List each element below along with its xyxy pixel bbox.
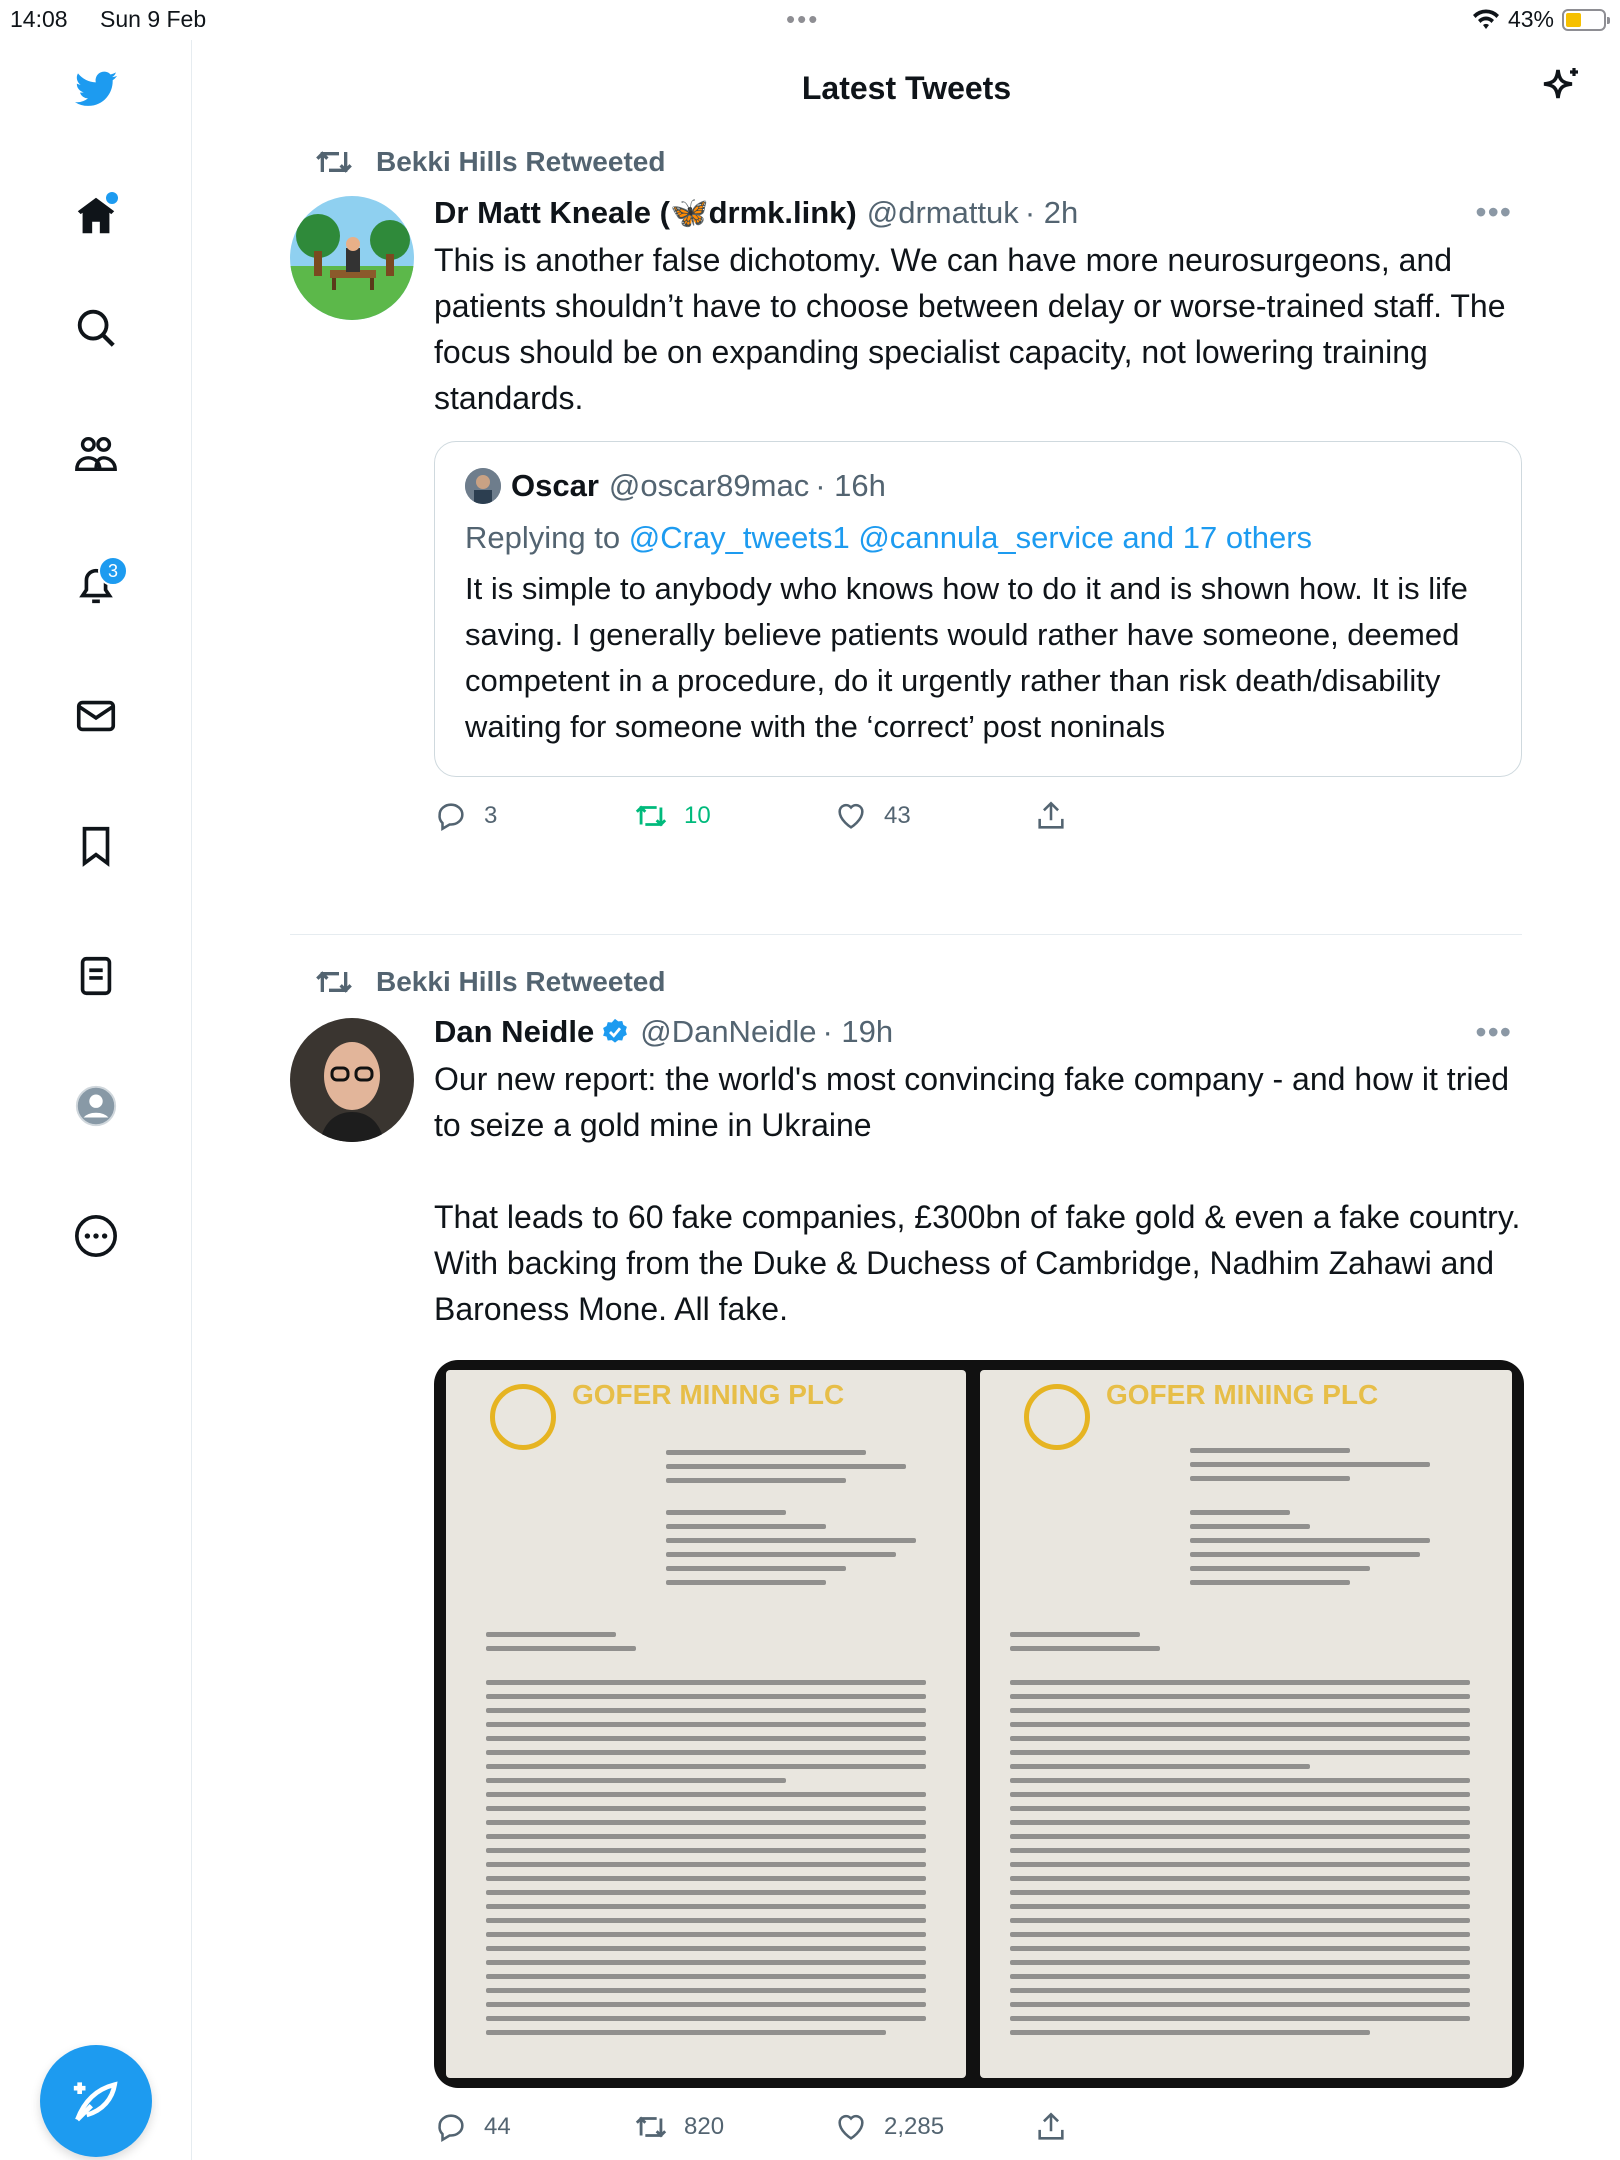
quote-author-handle: @oscar89mac (608, 468, 810, 503)
battery-icon (1562, 8, 1610, 31)
replying-to: Replying to @Cray_tweets1 @cannula_servi… (465, 520, 1491, 556)
share-icon (1038, 2112, 1064, 2140)
reply-count: 3 (484, 802, 498, 829)
author-name[interactable]: Dr Matt Kneale (🦋drmk.link) (434, 194, 857, 231)
multitasking-dots-icon[interactable]: ••• (786, 4, 819, 35)
retweet-icon (635, 805, 667, 827)
twitter-logo-icon[interactable] (70, 64, 122, 116)
retweet-small-icon (316, 971, 352, 993)
tweet-actions: 44 820 2,285 (434, 2110, 1522, 2160)
notifications-bell-icon[interactable]: 3 (70, 556, 128, 612)
communities-icon[interactable] (70, 428, 122, 480)
retweet-count: 10 (684, 802, 711, 829)
like-button[interactable]: 2,285 (834, 2110, 944, 2144)
share-button[interactable] (1034, 2110, 1068, 2144)
reply-button[interactable]: 44 (434, 2110, 511, 2144)
gofer-logo-icon (1024, 1384, 1090, 1450)
reply-button[interactable]: 3 (434, 799, 497, 833)
tweet-header: Dan Neidle @DanNeidle · 19h (434, 1014, 1522, 1050)
tweet-time[interactable]: · 2h (1025, 195, 1078, 231)
share-button[interactable] (1034, 799, 1068, 833)
retweeted-by-text: Bekki Hills Retweeted (376, 146, 666, 177)
tweet-text: This is another false dichotomy. We can … (434, 242, 1515, 416)
tweet-actions: 3 10 43 (434, 799, 1522, 849)
retweet-context: Bekki Hills Retweeted (316, 146, 666, 178)
bookmarks-icon[interactable] (70, 820, 122, 872)
author-name[interactable]: Dan Neidle (434, 1014, 594, 1050)
more-icon[interactable]: ••• (1475, 1014, 1512, 1051)
status-time: 14:08 (10, 6, 68, 32)
retweet-count: 820 (684, 2113, 725, 2140)
document-photo-english: GOFER MINING PLC (980, 1370, 1512, 2078)
sparkle-timeline-icon[interactable] (1536, 64, 1584, 112)
avatar[interactable] (290, 196, 414, 320)
sidebar: 3 (0, 40, 192, 2160)
quote-text: It is simple to anybody who knows how to… (465, 571, 1468, 744)
more-options-icon[interactable] (70, 1210, 122, 1262)
notifications-badge: 3 (98, 556, 128, 586)
gofer-logo-icon (490, 1384, 556, 1450)
tweet-body: Dan Neidle @DanNeidle · 19h ••• Our new … (434, 1014, 1524, 2160)
verified-badge-icon (603, 1018, 628, 1043)
home-new-dot (106, 192, 118, 204)
wifi-icon (1472, 8, 1499, 29)
tweet-time[interactable]: · 19h (822, 1014, 893, 1050)
page-title: Latest Tweets (801, 70, 1012, 106)
messages-icon[interactable] (70, 690, 122, 742)
timeline-header: Latest Tweets (193, 40, 1620, 140)
like-count: 43 (884, 802, 911, 829)
heart-icon (838, 803, 864, 829)
heart-icon (838, 2114, 864, 2140)
status-date: Sun 9 Feb (100, 6, 207, 32)
retweet-button[interactable]: 820 (634, 2110, 724, 2144)
replying-to-links[interactable]: @Cray_tweets1 @cannula_service and 17 ot… (629, 520, 1312, 555)
retweet-button[interactable]: 10 (634, 799, 711, 833)
retweeted-by-text: Bekki Hills Retweeted (376, 966, 666, 997)
quote-avatar (465, 468, 501, 504)
share-icon (1038, 801, 1064, 829)
status-right: 43% (1472, 6, 1610, 33)
media-logo-text: GOFER MINING PLC (1106, 1379, 1379, 1410)
quote-time: · 16h (815, 468, 886, 503)
quoted-tweet[interactable]: Oscar @oscar89mac · 16h Replying to @Cra… (434, 441, 1522, 777)
more-icon[interactable]: ••• (1475, 194, 1512, 231)
tweet-header: Dr Matt Kneale (🦋drmk.link) @drmattuk · … (434, 194, 1522, 231)
document-photo-ukrainian: GOFER MINING PLC (446, 1370, 966, 2078)
like-count: 2,285 (884, 2113, 945, 2140)
retweet-icon (635, 2116, 667, 2138)
avatar[interactable] (290, 1018, 414, 1142)
tweet-body: Dr Matt Kneale (🦋drmk.link) @drmattuk · … (434, 194, 1522, 849)
retweet-context: Bekki Hills Retweeted (316, 966, 666, 998)
compose-tweet-button[interactable] (40, 2045, 152, 2157)
search-icon[interactable] (70, 302, 122, 354)
media-logo-text: GOFER MINING PLC (572, 1379, 845, 1410)
reply-icon (438, 2114, 464, 2143)
author-handle[interactable]: @DanNeidle (640, 1014, 816, 1050)
lists-icon[interactable] (70, 950, 122, 1002)
quote-author-name: Oscar (511, 468, 599, 503)
reply-icon (438, 803, 464, 832)
tweet-media-image[interactable]: GOFER MINING PLC GOFER MINING PLC (434, 1360, 1524, 2088)
retweet-small-icon (316, 151, 352, 173)
quote-header: Oscar @oscar89mac · 16h (465, 468, 1491, 504)
tweet-text: Our new report: the world's most convinc… (434, 1061, 1521, 1327)
home-icon[interactable] (70, 190, 122, 242)
author-handle[interactable]: @drmattuk (867, 195, 1019, 231)
replying-prefix: Replying to (465, 520, 629, 555)
reply-count: 44 (484, 2113, 511, 2140)
battery-percent: 43% (1507, 6, 1554, 32)
tweet-divider (290, 934, 1522, 935)
status-bar: 14:08 Sun 9 Feb ••• 43% (0, 0, 1620, 40)
profile-avatar-icon[interactable] (70, 1080, 122, 1132)
like-button[interactable]: 43 (834, 799, 911, 833)
compose-feather-icon (73, 2081, 118, 2122)
